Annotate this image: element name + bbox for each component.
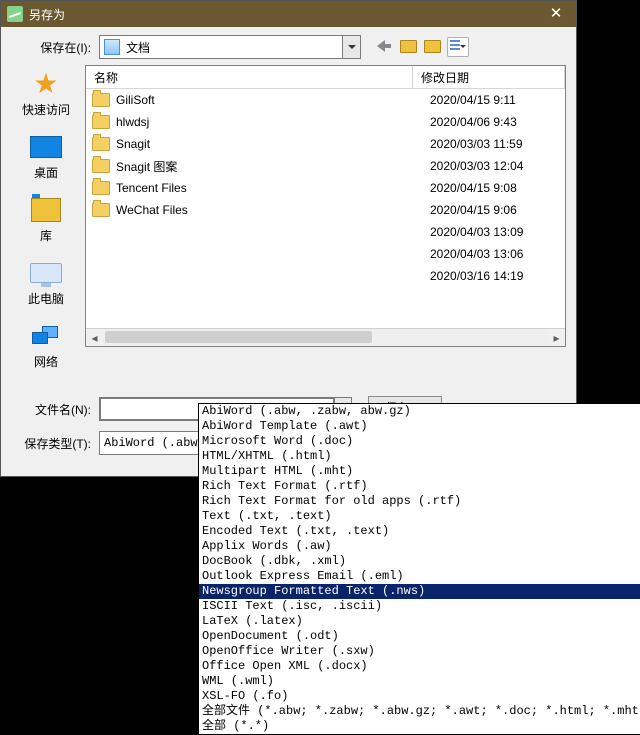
filetype-option[interactable]: OpenOffice Writer (.sxw)	[199, 644, 640, 659]
file-name: Snagit	[116, 137, 430, 151]
filetype-option[interactable]: Encoded Text (.txt, .text)	[199, 524, 640, 539]
file-row[interactable]: GiliSoft2020/04/15 9:11	[86, 89, 565, 111]
folder-icon	[92, 93, 110, 107]
scroll-right-icon[interactable]: ▸	[548, 329, 565, 346]
file-date: 2020/04/15 9:11	[430, 93, 565, 107]
filetype-label: 保存类型(T):	[11, 435, 99, 452]
file-date: 2020/03/16 14:19	[430, 269, 565, 283]
filetype-dropdown[interactable]: AbiWord (.abw, .zabw, abw.gz)AbiWord Tem…	[198, 403, 640, 735]
filetype-option[interactable]: Rich Text Format (.rtf)	[199, 479, 640, 494]
place-network[interactable]: 网络	[29, 321, 63, 370]
filetype-option[interactable]: 全部文件 (*.abw; *.zabw; *.abw.gz; *.awt; *.…	[199, 704, 640, 719]
column-headers: 名称 修改日期	[86, 66, 565, 89]
filename-label: 文件名(N):	[11, 401, 99, 418]
filetype-option[interactable]: Outlook Express Email (.eml)	[199, 569, 640, 584]
file-row[interactable]: 2020/04/03 13:06	[86, 243, 565, 265]
file-list-pane: 名称 修改日期 GiliSoft2020/04/15 9:11hlwdsj202…	[85, 65, 566, 347]
file-date: 2020/04/15 9:06	[430, 203, 565, 217]
folder-icon	[92, 137, 110, 151]
file-row[interactable]: Snagit2020/03/03 11:59	[86, 133, 565, 155]
file-name: Tencent Files	[116, 181, 430, 195]
filetype-option[interactable]: DocBook (.dbk, .xml)	[199, 554, 640, 569]
file-row[interactable]: 2020/03/16 14:19	[86, 265, 565, 287]
window-title: 另存为	[29, 6, 536, 23]
horizontal-scrollbar[interactable]: ◂ ▸	[86, 328, 565, 346]
place-quick[interactable]: ★ 快速访问	[22, 69, 70, 118]
filetype-option[interactable]: LaTeX (.latex)	[199, 614, 640, 629]
filetype-option[interactable]: AbiWord (.abw, .zabw, abw.gz)	[199, 404, 640, 419]
scroll-thumb[interactable]	[105, 331, 372, 343]
place-label: 此电脑	[28, 290, 64, 307]
savein-combo[interactable]: 文档	[99, 35, 361, 59]
places-bar: ★ 快速访问桌面库此电脑网络	[11, 65, 81, 384]
column-name[interactable]: 名称	[86, 66, 413, 88]
filetype-option[interactable]: Multipart HTML (.mht)	[199, 464, 640, 479]
filetype-option[interactable]: Text (.txt, .text)	[199, 509, 640, 524]
scroll-left-icon[interactable]: ◂	[86, 329, 103, 346]
file-name: GiliSoft	[116, 93, 430, 107]
filetype-option[interactable]: XSL-FO (.fo)	[199, 689, 640, 704]
filetype-option[interactable]: ISCII Text (.isc, .iscii)	[199, 599, 640, 614]
filetype-option[interactable]: Applix Words (.aw)	[199, 539, 640, 554]
new-folder-icon[interactable]	[423, 37, 441, 55]
file-name: hlwdsj	[116, 115, 430, 129]
filetype-option[interactable]: 全部 (*.*)	[199, 719, 640, 734]
file-name: WeChat Files	[116, 203, 430, 217]
savein-value: 文档	[124, 39, 342, 56]
network-icon	[29, 321, 63, 351]
filetype-option[interactable]: OpenDocument (.odt)	[199, 629, 640, 644]
file-row[interactable]: Tencent Files2020/04/15 9:08	[86, 177, 565, 199]
back-icon[interactable]	[375, 37, 393, 55]
file-date: 2020/04/03 13:06	[430, 247, 565, 261]
file-date: 2020/04/15 9:08	[430, 181, 565, 195]
filetype-option[interactable]: WML (.wml)	[199, 674, 640, 689]
file-date: 2020/03/03 11:59	[430, 137, 565, 151]
close-button[interactable]: ✕	[536, 1, 576, 27]
place-label: 快速访问	[22, 101, 70, 118]
quick-icon: ★	[29, 69, 63, 99]
file-date: 2020/04/06 9:43	[430, 115, 565, 129]
file-date: 2020/03/03 12:04	[430, 159, 565, 173]
documents-icon	[104, 39, 120, 55]
file-name: Snagit 图案	[116, 158, 430, 175]
filetype-option[interactable]: Microsoft Word (.doc)	[199, 434, 640, 449]
toolbar-icons	[375, 37, 469, 57]
filetype-option[interactable]: Office Open XML (.docx)	[199, 659, 640, 674]
views-icon[interactable]	[447, 37, 469, 57]
folder-icon	[92, 181, 110, 195]
file-row[interactable]: hlwdsj2020/04/06 9:43	[86, 111, 565, 133]
library-icon	[29, 195, 63, 225]
file-row[interactable]: WeChat Files2020/04/15 9:06	[86, 199, 565, 221]
app-icon	[7, 6, 23, 22]
file-row[interactable]: 2020/04/03 13:09	[86, 221, 565, 243]
place-label: 网络	[34, 353, 58, 370]
desktop-icon	[29, 132, 63, 162]
up-one-level-icon[interactable]	[399, 37, 417, 55]
filetype-option[interactable]: AbiWord Template (.awt)	[199, 419, 640, 434]
place-label: 库	[40, 227, 52, 244]
file-list[interactable]: GiliSoft2020/04/15 9:11hlwdsj2020/04/06 …	[86, 89, 565, 328]
file-date: 2020/04/03 13:09	[430, 225, 565, 239]
thispc-icon	[29, 258, 63, 288]
place-label: 桌面	[34, 164, 58, 181]
folder-icon	[92, 115, 110, 129]
place-thispc[interactable]: 此电脑	[28, 258, 64, 307]
folder-icon	[92, 203, 110, 217]
file-row[interactable]: Snagit 图案2020/03/03 12:04	[86, 155, 565, 177]
titlebar: 另存为 ✕	[1, 1, 576, 27]
place-desktop[interactable]: 桌面	[29, 132, 63, 181]
filetype-option[interactable]: Newsgroup Formatted Text (.nws)	[199, 584, 640, 599]
filetype-option[interactable]: Rich Text Format for old apps (.rtf)	[199, 494, 640, 509]
chevron-down-icon[interactable]	[342, 36, 360, 58]
filetype-option[interactable]: HTML/XHTML (.html)	[199, 449, 640, 464]
column-date[interactable]: 修改日期	[413, 66, 565, 88]
place-library[interactable]: 库	[29, 195, 63, 244]
folder-icon	[92, 159, 110, 173]
savein-label: 保存在(I):	[11, 39, 99, 56]
